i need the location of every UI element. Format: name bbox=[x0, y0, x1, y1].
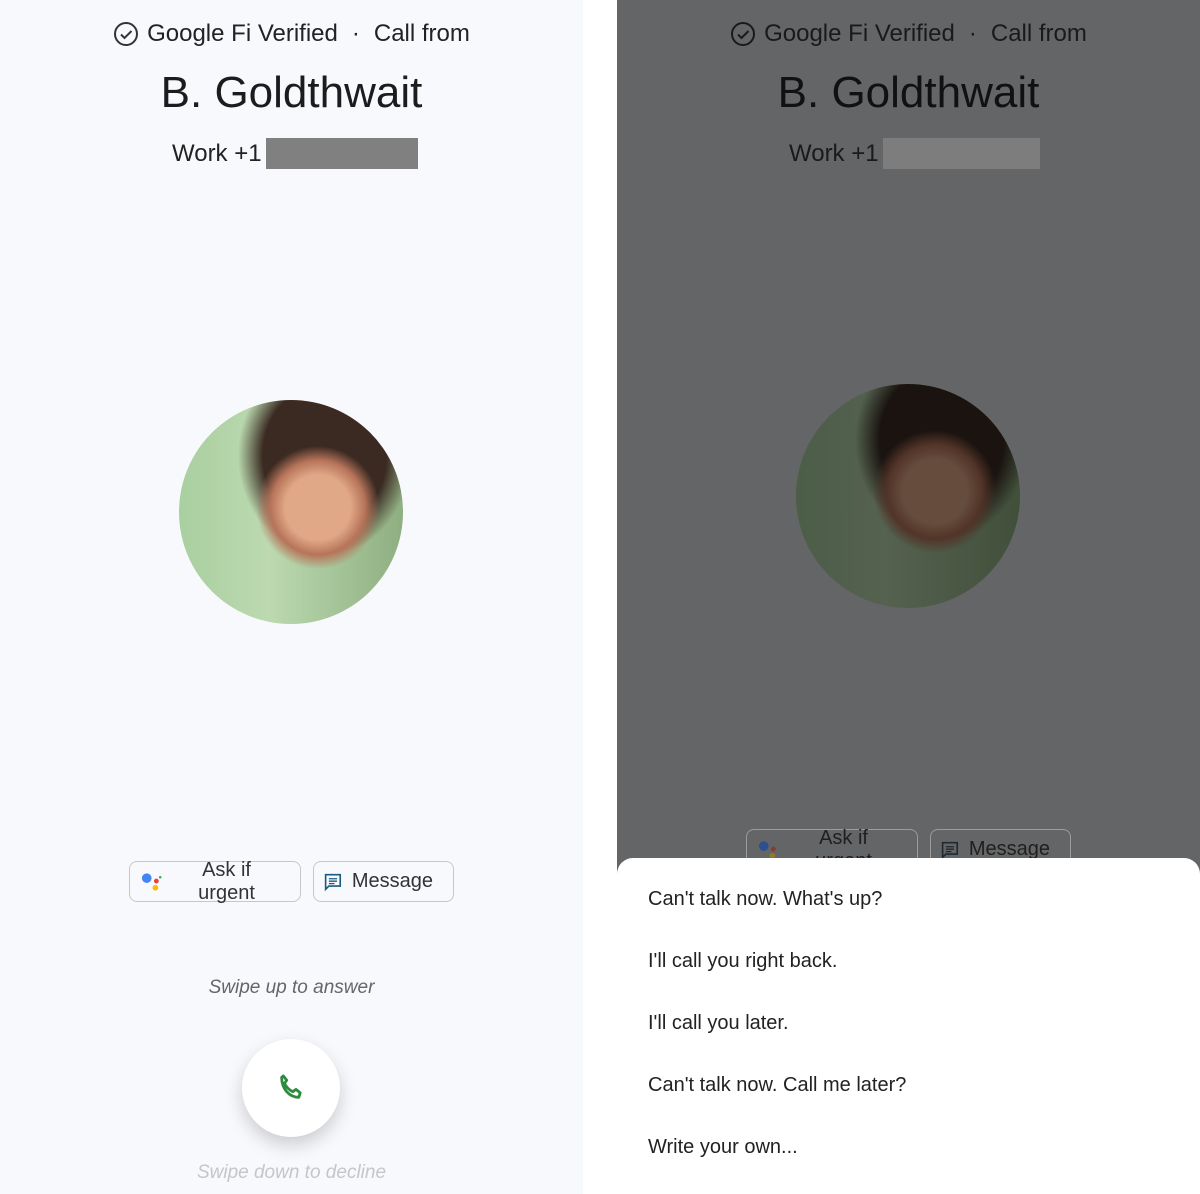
verified-check-icon bbox=[114, 22, 139, 46]
quick-reply-option[interactable]: I'll call you later. bbox=[648, 1012, 789, 1035]
separator: · bbox=[351, 20, 360, 47]
call-header: Google Fi Verified · Call from bbox=[0, 20, 583, 48]
number-label: Work +1 bbox=[172, 139, 262, 167]
call-from-label: Call from bbox=[373, 20, 470, 47]
redacted-number bbox=[882, 138, 1040, 169]
swipe-up-hint: Swipe up to answer bbox=[208, 977, 375, 998]
caller-number: Work +1 bbox=[172, 138, 418, 169]
number-label: Work +1 bbox=[789, 139, 879, 167]
phone-icon bbox=[280, 1074, 302, 1099]
ask-if-urgent-label: Ask if urgent bbox=[198, 858, 255, 904]
call-header: Google Fi Verified · Call from bbox=[617, 20, 1200, 48]
redacted-number bbox=[265, 138, 418, 169]
ask-if-urgent-button[interactable]: Ask if urgent bbox=[129, 858, 301, 904]
caller-name: B. Goldthwait bbox=[777, 68, 1040, 117]
verified-check-icon bbox=[731, 22, 756, 46]
verified-label: Google Fi Verified bbox=[764, 20, 955, 47]
answer-button[interactable] bbox=[242, 1039, 340, 1137]
quick-reply-option[interactable]: Can't talk now. What's up? bbox=[648, 888, 882, 911]
caller-name: B. Goldthwait bbox=[160, 68, 423, 117]
message-button[interactable]: Message bbox=[313, 861, 454, 902]
quick-reply-option[interactable]: Can't talk now. Call me later? bbox=[648, 1074, 906, 1097]
message-label: Message bbox=[351, 870, 433, 892]
caller-avatar bbox=[796, 384, 1020, 608]
quick-reply-sheet: Can't talk now. What's up? I'll call you… bbox=[617, 858, 1200, 1194]
caller-avatar bbox=[179, 400, 403, 624]
verified-label: Google Fi Verified bbox=[147, 20, 338, 47]
incoming-call-screen: Google Fi Verified · Call from B. Goldth… bbox=[0, 0, 583, 1194]
call-from-label: Call from bbox=[990, 20, 1087, 47]
google-assistant-icon bbox=[141, 872, 162, 891]
swipe-down-hint: Swipe down to decline bbox=[196, 1162, 387, 1183]
caller-number: Work +1 bbox=[789, 138, 1040, 169]
separator: · bbox=[968, 20, 977, 47]
quick-reply-option[interactable]: I'll call you right back. bbox=[648, 950, 837, 973]
write-your-own-option[interactable]: Write your own... bbox=[648, 1136, 798, 1159]
message-icon bbox=[324, 873, 342, 891]
